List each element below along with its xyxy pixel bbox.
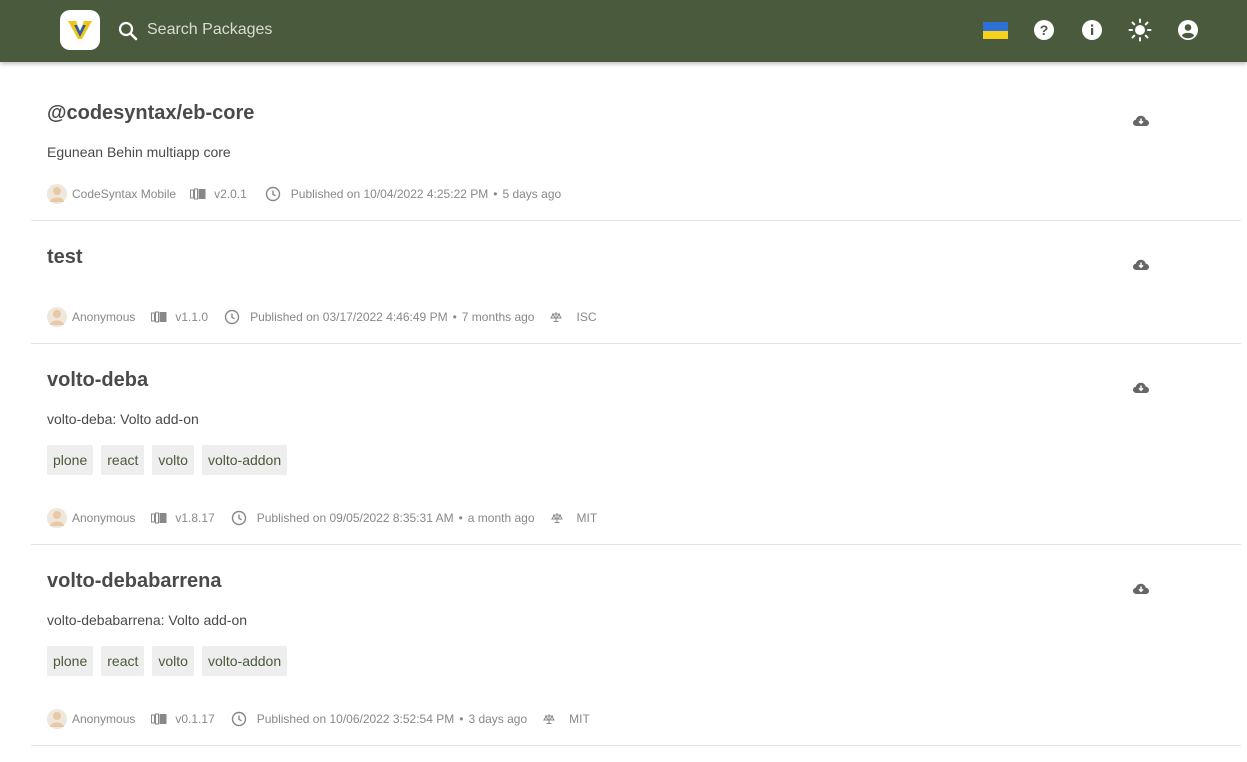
package-item: volto-debabarrena volto-debabarrena: Vol…: [31, 545, 1241, 746]
tag-volto[interactable]: volto: [152, 445, 194, 475]
top-app-bar: ?: [0, 0, 1247, 62]
ukraine-flag-icon[interactable]: [983, 22, 1008, 39]
author-name[interactable]: Anonymous: [72, 712, 135, 726]
package-description: Egunean Behin multiapp core: [47, 144, 231, 160]
clock-icon: [265, 186, 281, 202]
avatar: [47, 184, 67, 204]
tag-react[interactable]: react: [101, 445, 145, 475]
package-item: @codesyntax/eb-core Egunean Behin multia…: [31, 62, 1241, 221]
bullet: •: [458, 511, 463, 525]
account-icon[interactable]: [1176, 18, 1200, 42]
package-meta: Anonymous v0.1.17 Published on 10/06/202…: [47, 709, 590, 729]
package-name[interactable]: volto-deba: [47, 369, 148, 392]
tag-volto-addon[interactable]: volto-addon: [201, 445, 288, 475]
published-ago: 3 days ago: [468, 712, 528, 726]
download-icon[interactable]: [1132, 580, 1150, 598]
published-ago: 7 months ago: [461, 310, 535, 324]
version: v2.0.1: [214, 187, 247, 201]
tag-react[interactable]: react: [101, 646, 145, 676]
license-scale-icon: [550, 311, 563, 323]
license-scale-icon: [550, 512, 563, 524]
tag-plone[interactable]: plone: [47, 646, 94, 676]
avatar: [47, 508, 67, 528]
clock-icon: [231, 711, 247, 727]
package-list: @codesyntax/eb-core Egunean Behin multia…: [31, 62, 1241, 746]
package-name[interactable]: test: [47, 246, 83, 269]
package-description: volto-debabarrena: Volto add-on: [47, 612, 248, 628]
package-name[interactable]: volto-debabarrena: [47, 570, 221, 593]
tag-list: plone react volto volto-addon: [47, 646, 288, 676]
author-name[interactable]: Anonymous: [72, 511, 135, 525]
published-date: Published on 10/06/2022 3:52:54 PM: [256, 712, 455, 726]
download-icon[interactable]: [1132, 379, 1150, 397]
bullet: •: [452, 310, 457, 324]
author-name[interactable]: Anonymous: [72, 310, 135, 324]
search-input[interactable]: [147, 16, 707, 44]
tag-volto[interactable]: volto: [152, 646, 194, 676]
tag-list: plone react volto volto-addon: [47, 445, 288, 475]
verdaccio-logo[interactable]: [60, 10, 100, 50]
author-name[interactable]: CodeSyntax Mobile: [72, 187, 176, 201]
published-date: Published on 09/05/2022 8:35:31 AM: [256, 511, 454, 525]
package-meta: Anonymous v1.8.17 Published on 09/05/202…: [47, 508, 597, 528]
download-icon[interactable]: [1132, 256, 1150, 274]
clock-icon: [231, 510, 247, 526]
package-meta: CodeSyntax Mobile v2.0.1 Published on 10…: [47, 184, 561, 204]
package-item: test Anonymous v1.1.0 Published on 03/17…: [31, 221, 1241, 344]
svg-text:?: ?: [1040, 22, 1049, 38]
published-date: Published on 10/04/2022 4:25:22 PM: [290, 187, 489, 201]
version: v0.1.17: [175, 712, 215, 726]
license: MIT: [576, 511, 598, 525]
search-icon: [116, 19, 140, 43]
license-scale-icon: [543, 713, 555, 725]
version-icon: [190, 188, 206, 200]
bullet: •: [493, 187, 498, 201]
published-date: Published on 03/17/2022 4:46:49 PM: [250, 310, 448, 324]
bullet: •: [459, 712, 464, 726]
version: v1.1.0: [175, 310, 209, 324]
avatar: [47, 307, 67, 327]
logo-icon: [68, 21, 92, 39]
package-meta: Anonymous v1.1.0 Published on 03/17/2022…: [47, 307, 597, 327]
clock-icon: [224, 309, 240, 325]
version-icon: [151, 512, 167, 524]
version-icon: [151, 311, 167, 323]
package-item: volto-deba volto-deba: Volto add-on plon…: [31, 344, 1241, 545]
download-icon[interactable]: [1132, 112, 1150, 130]
tag-volto-addon[interactable]: volto-addon: [201, 646, 288, 676]
info-icon[interactable]: [1080, 18, 1104, 42]
version-icon: [151, 713, 167, 725]
published-ago: a month ago: [467, 511, 535, 525]
license: MIT: [569, 712, 590, 726]
avatar: [47, 709, 67, 729]
license: ISC: [576, 310, 597, 324]
published-ago: 5 days ago: [502, 187, 562, 201]
tag-plone[interactable]: plone: [47, 445, 94, 475]
version: v1.8.17: [175, 511, 215, 525]
help-icon[interactable]: ?: [1032, 18, 1056, 42]
package-name[interactable]: @codesyntax/eb-core: [47, 102, 254, 125]
theme-toggle-icon[interactable]: [1128, 18, 1152, 42]
package-description: volto-deba: Volto add-on: [47, 411, 199, 427]
